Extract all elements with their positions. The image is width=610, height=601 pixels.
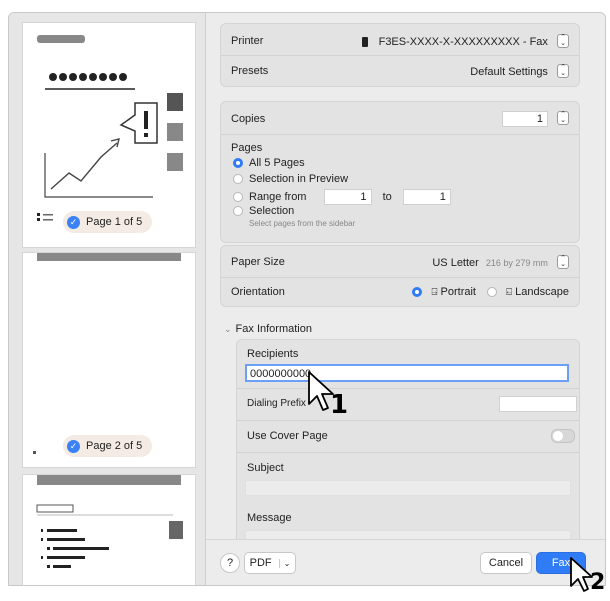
orientation-row: Orientation ⍈ Portrait ⍇ Landscape [231, 284, 569, 300]
landscape-icon: ⍇ [506, 287, 513, 298]
pages-range-label: Range from [249, 190, 307, 203]
landscape-radio[interactable] [487, 287, 498, 298]
print-settings-panel: Printer F3ES-XXXX-X-XXXXXXXXX - Fax ⌃ ⌄ P… [206, 13, 605, 585]
printer-label: Printer [231, 35, 264, 47]
paper-orientation-card: Paper Size US Letter 216 by 279 mm ⌃ ⌄ Or… [220, 245, 580, 307]
pages-selection-preview-label: Selection in Preview [249, 173, 349, 185]
copies-row: Copies 1 ⌃ ⌄ [231, 111, 569, 127]
chevron-updown-icon: ⌃ ⌄ [557, 64, 569, 78]
callout-number-2: 2 [590, 570, 606, 595]
page-thumbnail-3[interactable] [23, 475, 195, 585]
paper-value: US Letter [432, 257, 479, 269]
pages-all-label: All 5 Pages [249, 157, 305, 169]
recipients-label: Recipients [247, 348, 299, 360]
portrait-radio[interactable] [412, 287, 423, 298]
callout-number-1: 1 [330, 390, 349, 420]
presets-select[interactable]: Default Settings ⌃ ⌄ [470, 64, 569, 78]
presets-label: Presets [231, 65, 269, 77]
landscape-label[interactable]: Landscape [515, 286, 569, 298]
page-1-label: Page 1 of 5 [86, 216, 143, 228]
copies-control[interactable]: 1 ⌃ ⌄ [501, 111, 569, 127]
cover-page-label: Use Cover Page [247, 430, 328, 442]
printer-icon [361, 37, 368, 48]
dialing-prefix-label: Dialing Prefix [247, 398, 306, 409]
message-label: Message [247, 512, 292, 524]
subject-label: Subject [247, 462, 284, 474]
page-2-selected-badge[interactable]: ✓ Page 2 of 5 [63, 435, 153, 457]
chevron-down-icon: ⌄ [278, 559, 291, 568]
page-thumbnail-sidebar[interactable]: ✓ Page 1 of 5 ✓ Page 2 of 5 [9, 13, 206, 585]
portrait-icon: ⍈ [431, 287, 438, 298]
printer-presets-card: Printer F3ES-XXXX-X-XXXXXXXXX - Fax ⌃ ⌄ P… [220, 23, 580, 87]
orientation-label: Orientation [231, 286, 285, 298]
paper-select[interactable]: US Letter 216 by 279 mm ⌃ ⌄ [432, 255, 569, 269]
checkmark-icon: ✓ [67, 439, 80, 453]
dialog-footer: ? PDF ⌄ Cancel Fax [206, 539, 605, 585]
pages-range-option[interactable]: Range from 1 to 1 [233, 189, 451, 205]
copies-field[interactable]: 1 [501, 111, 548, 127]
copies-stepper[interactable]: ⌃ ⌄ [557, 111, 569, 125]
help-button[interactable]: ? [220, 553, 240, 573]
orientation-options: ⍈ Portrait ⍇ Landscape [412, 286, 569, 298]
copies-pages-card: Copies 1 ⌃ ⌄ Pages All 5 Pages Selection … [220, 101, 580, 243]
page-3-illustration [36, 475, 183, 568]
pages-selection-preview-option[interactable]: Selection in Preview [233, 173, 348, 185]
pages-all-option[interactable]: All 5 Pages [233, 157, 305, 169]
chevron-down-icon: ⌄ [224, 324, 232, 334]
pages-selection-label: Selection [249, 205, 295, 217]
recipients-input[interactable]: 0000000000 [245, 364, 569, 382]
print-dialog: ✓ Page 1 of 5 ✓ Page 2 of 5 Printer F3ES… [8, 12, 606, 586]
range-to-label: to [382, 190, 392, 203]
cancel-button[interactable]: Cancel [480, 552, 532, 574]
page-2-label: Page 2 of 5 [86, 440, 143, 452]
presets-value: Default Settings [470, 66, 548, 78]
pages-selection-hint: Select pages from the sidebar [249, 219, 356, 228]
paper-row[interactable]: Paper Size US Letter 216 by 279 mm ⌃ ⌄ [231, 254, 569, 270]
printer-select[interactable]: F3ES-XXXX-X-XXXXXXXXX - Fax ⌃ ⌄ [361, 34, 569, 48]
dialing-prefix-input[interactable] [499, 396, 577, 412]
fax-section-header[interactable]: ⌄ Fax Information [224, 323, 312, 335]
chevron-updown-icon: ⌃ ⌄ [557, 34, 569, 48]
fax-section-label: Fax Information [235, 323, 312, 335]
checkmark-icon: ✓ [67, 215, 80, 229]
paper-dims: 216 by 279 mm [485, 258, 548, 268]
copies-label: Copies [231, 113, 266, 125]
pages-selection-option[interactable]: Selection [233, 205, 294, 217]
radio-selected-icon[interactable] [233, 158, 243, 169]
range-to-field[interactable]: 1 [402, 189, 451, 205]
portrait-label[interactable]: Portrait [441, 286, 476, 298]
radio-icon[interactable] [233, 174, 243, 185]
fax-info-card: Recipients 0000000000 Dialing Prefix Use… [236, 339, 580, 541]
chevron-updown-icon: ⌃ ⌄ [557, 255, 569, 269]
subject-input[interactable] [245, 480, 571, 496]
radio-icon[interactable] [233, 206, 243, 217]
range-from-field[interactable]: 1 [323, 189, 372, 205]
pdf-menu-button[interactable]: PDF ⌄ [244, 552, 296, 574]
radio-icon[interactable] [233, 192, 243, 202]
printer-value: F3ES-XXXX-X-XXXXXXXXX - Fax [378, 36, 548, 48]
paper-label: Paper Size [231, 256, 285, 268]
pages-label: Pages [231, 142, 263, 154]
page-1-selected-badge[interactable]: ✓ Page 1 of 5 [63, 211, 153, 233]
cover-page-toggle[interactable] [551, 429, 575, 443]
presets-row[interactable]: Presets Default Settings ⌃ ⌄ [231, 64, 569, 78]
pdf-label: PDF [249, 557, 272, 569]
printer-row[interactable]: Printer F3ES-XXXX-X-XXXXXXXXX - Fax ⌃ ⌄ [231, 34, 569, 48]
